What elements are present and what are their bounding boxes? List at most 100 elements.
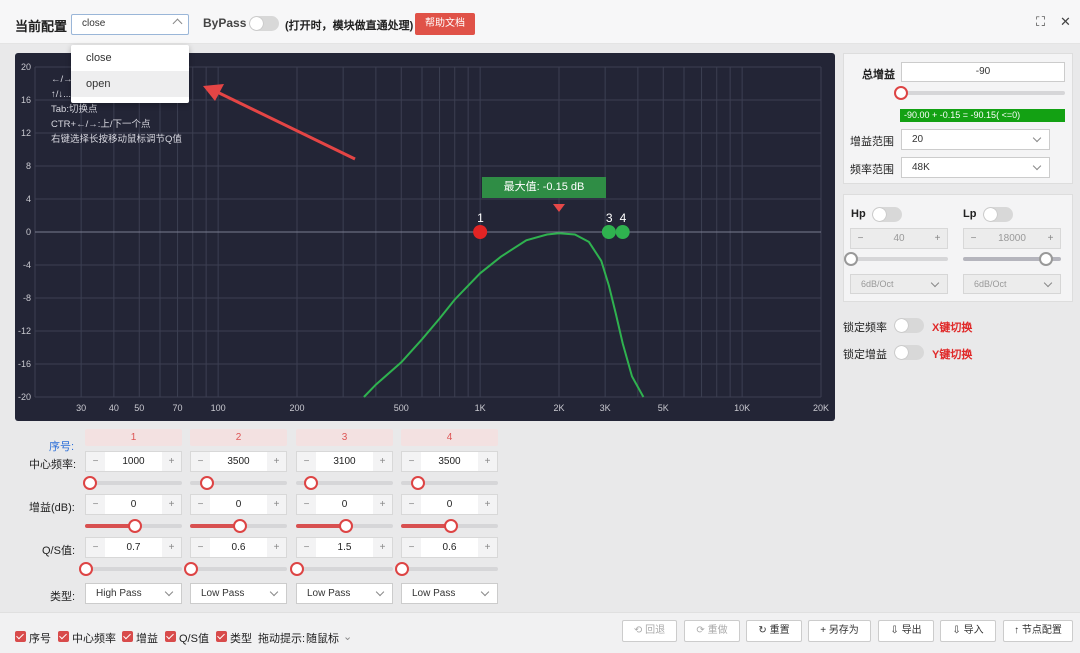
plus-icon[interactable]: + [267, 452, 286, 471]
gain-stepper-value[interactable]: 0 [316, 495, 373, 514]
column-header[interactable]: 3 [296, 429, 393, 446]
freq-range-select[interactable]: 48K [901, 157, 1050, 178]
plus-icon[interactable]: + [162, 495, 181, 514]
column-header[interactable]: 1 [85, 429, 182, 446]
freq-stepper-value[interactable]: 3500 [421, 452, 478, 471]
plus-icon[interactable]: + [373, 452, 392, 471]
gain-stepper-value[interactable]: 0 [421, 495, 478, 514]
freq-stepper-value[interactable]: 1000 [105, 452, 162, 471]
node-config-button[interactable]: ↑ 节点配置 [1003, 620, 1073, 642]
freq-slider-handle[interactable] [199, 476, 214, 490]
dropdown-option-open[interactable]: open [71, 71, 189, 97]
minus-icon[interactable]: − [297, 495, 316, 514]
reset-button[interactable]: ↻ 重置 [746, 620, 802, 642]
checkbox[interactable] [165, 631, 176, 642]
freq-slider-handle[interactable] [82, 476, 97, 490]
minus-icon[interactable]: − [86, 538, 105, 557]
freq-slider-handle[interactable] [410, 476, 425, 490]
fullscreen-icon[interactable]: ⛶ [1036, 14, 1045, 30]
filter-type-select[interactable]: Low Pass [401, 583, 498, 604]
freq-slider[interactable] [85, 481, 182, 485]
gain-stepper[interactable]: −0 + [296, 494, 393, 515]
q-stepper-value[interactable]: 0.6 [421, 538, 478, 557]
gain-slider-handle[interactable] [127, 519, 142, 533]
gain-stepper[interactable]: −0 + [401, 494, 498, 515]
eq-chart-svg[interactable]: 201612840-4-8-12-16-2030 40 50 70 100 200 500 1… [15, 53, 835, 421]
freq-slider-handle[interactable] [303, 476, 318, 490]
bypass-toggle[interactable] [249, 16, 279, 31]
freq-stepper[interactable]: −1000 + [85, 451, 182, 472]
total-gain-slider[interactable] [901, 91, 1065, 95]
gain-range-select[interactable]: 20 [901, 129, 1050, 150]
save-as-button[interactable]: + 另存为 [808, 620, 871, 642]
column-header[interactable]: 4 [401, 429, 498, 446]
dropdown-option-close[interactable]: close [71, 45, 189, 71]
q-stepper-value[interactable]: 0.7 [105, 538, 162, 557]
chevron-down-icon[interactable]: ⌄ [343, 630, 352, 643]
eq-chart[interactable]: 20 16 12 8 4 0 -4 -8 -12 -16 -20 30 40 50 70 100 200 500 1… [15, 53, 835, 421]
minus-icon[interactable]: − [86, 452, 105, 471]
filter-type-select[interactable]: Low Pass [296, 583, 393, 604]
freq-stepper[interactable]: −3500 + [401, 451, 498, 472]
config-select[interactable]: close [71, 14, 189, 35]
lock-gain-toggle[interactable] [894, 345, 924, 360]
plus-icon[interactable]: + [267, 495, 286, 514]
minus-icon[interactable]: − [191, 495, 210, 514]
minus-icon[interactable]: − [297, 538, 316, 557]
minus-icon[interactable]: − [402, 495, 421, 514]
close-icon[interactable]: ✕ [1060, 14, 1071, 30]
minus-icon[interactable]: − [297, 452, 316, 471]
q-stepper[interactable]: −1.5 + [296, 537, 393, 558]
q-slider[interactable] [296, 567, 393, 571]
total-gain-slider-handle[interactable] [894, 86, 908, 100]
plus-icon[interactable]: + [478, 495, 497, 514]
gain-stepper[interactable]: −0 + [85, 494, 182, 515]
minus-icon[interactable]: − [191, 538, 210, 557]
plus-icon[interactable]: + [478, 538, 497, 557]
minus-icon[interactable]: − [191, 452, 210, 471]
minus-icon[interactable]: − [402, 538, 421, 557]
drag-hint-value[interactable]: 随鼠标 [306, 630, 339, 646]
plus-icon[interactable]: + [478, 452, 497, 471]
minus-icon[interactable]: − [402, 452, 421, 471]
checkbox[interactable] [216, 631, 227, 642]
q-stepper-value[interactable]: 1.5 [316, 538, 373, 557]
lock-freq-toggle[interactable] [894, 318, 924, 333]
q-slider[interactable] [85, 567, 182, 571]
q-stepper[interactable]: −0.6 + [401, 537, 498, 558]
freq-stepper-value[interactable]: 3100 [316, 452, 373, 471]
plus-icon[interactable]: + [373, 495, 392, 514]
checkbox[interactable] [58, 631, 69, 642]
q-slider-handle[interactable] [290, 562, 304, 576]
plus-icon[interactable]: + [162, 538, 181, 557]
plus-icon[interactable]: + [267, 538, 286, 557]
freq-stepper[interactable]: −3500 + [190, 451, 287, 472]
q-slider-handle[interactable] [79, 562, 93, 576]
gain-slider-handle[interactable] [232, 519, 247, 533]
hp-toggle[interactable] [872, 207, 902, 222]
filter-type-select[interactable]: High Pass [85, 583, 182, 604]
gain-slider-handle[interactable] [338, 519, 353, 533]
checkbox[interactable] [15, 631, 26, 642]
help-doc-button[interactable]: 帮助文档 [415, 13, 475, 35]
column-header[interactable]: 2 [190, 429, 287, 446]
q-slider[interactable] [401, 567, 498, 571]
gain-stepper[interactable]: −0 + [190, 494, 287, 515]
q-slider-handle[interactable] [395, 562, 409, 576]
q-stepper-value[interactable]: 0.6 [210, 538, 267, 557]
plus-icon[interactable]: + [162, 452, 181, 471]
checkbox[interactable] [122, 631, 133, 642]
gain-slider-handle[interactable] [443, 519, 458, 533]
gain-stepper-value[interactable]: 0 [105, 495, 162, 514]
export-button[interactable]: ⇩ 导出 [878, 620, 934, 642]
gain-stepper-value[interactable]: 0 [210, 495, 267, 514]
lp-toggle[interactable] [983, 207, 1013, 222]
freq-stepper-value[interactable]: 3500 [210, 452, 267, 471]
q-stepper[interactable]: −0.6 + [190, 537, 287, 558]
q-slider[interactable] [190, 567, 287, 571]
redo-button[interactable]: ⟳ 重做 [684, 620, 740, 642]
total-gain-input[interactable]: -90 [901, 62, 1065, 82]
q-stepper[interactable]: −0.7 + [85, 537, 182, 558]
import-button[interactable]: ⇩ 导入 [940, 620, 996, 642]
freq-stepper[interactable]: −3100 + [296, 451, 393, 472]
